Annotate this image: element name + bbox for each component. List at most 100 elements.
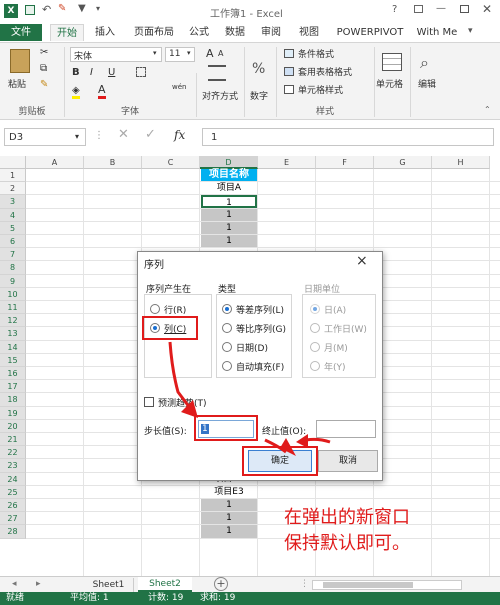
alignment-icon[interactable] xyxy=(208,65,226,81)
sheet-tab-sheet1[interactable]: Sheet1 xyxy=(84,578,134,592)
dialog-close-button[interactable]: × xyxy=(356,253,368,269)
growth-radio[interactable] xyxy=(222,323,232,333)
tab-insert[interactable]: 插入 xyxy=(90,24,120,41)
cut-icon[interactable]: ✂ xyxy=(40,47,48,58)
day-radio[interactable] xyxy=(310,304,320,314)
row-header[interactable]: 28 xyxy=(0,525,26,539)
table-format-button[interactable]: 套用表格格式 xyxy=(298,65,352,78)
fill-color-icon[interactable]: ◈ xyxy=(72,85,80,99)
help-icon[interactable]: ? xyxy=(392,4,397,15)
row-header[interactable]: 20 xyxy=(0,419,26,433)
maximize-icon[interactable] xyxy=(460,5,469,13)
cancel-button[interactable]: 取消 xyxy=(318,450,378,472)
paste-button-label[interactable]: 粘贴 xyxy=(8,77,26,90)
column-header[interactable]: H xyxy=(432,156,490,169)
cells-icon[interactable] xyxy=(382,53,402,71)
row-header[interactable]: 18 xyxy=(0,393,26,407)
row-header[interactable]: 15 xyxy=(0,353,26,367)
row-header[interactable]: 7 xyxy=(0,248,26,262)
row-header[interactable]: 10 xyxy=(0,287,26,301)
row-header[interactable]: 9 xyxy=(0,274,26,288)
ribbon-options-icon[interactable] xyxy=(414,5,423,13)
stop-value-input[interactable] xyxy=(316,420,376,438)
number-format-icon[interactable]: % xyxy=(252,61,265,77)
filter-icon[interactable]: ▼ xyxy=(78,3,86,14)
alignment-button-label[interactable]: 对齐方式 xyxy=(202,89,238,102)
row-header[interactable]: 1 xyxy=(0,169,26,183)
row-header[interactable]: 24 xyxy=(0,472,26,486)
day-label[interactable]: 日(A) xyxy=(324,303,346,316)
date-label[interactable]: 日期(D) xyxy=(236,341,268,354)
tab-powerpivot[interactable]: POWERPIVOT xyxy=(334,24,406,41)
cell-d1[interactable]: 项目名称 xyxy=(201,169,257,182)
tab-data[interactable]: 数据 xyxy=(220,24,250,41)
linear-label[interactable]: 等差序列(L) xyxy=(236,303,284,316)
editing-button-label[interactable]: 编辑 xyxy=(418,77,436,90)
scroll-left-icon[interactable]: ◂ xyxy=(12,579,17,589)
cell-d25[interactable]: 项目E3 xyxy=(201,486,257,498)
tab-file[interactable]: 文件 xyxy=(0,24,42,41)
cells-button-label[interactable]: 单元格 xyxy=(376,77,403,90)
row-header[interactable]: 4 xyxy=(0,208,26,222)
tab-page-layout[interactable]: 页面布局 xyxy=(128,24,180,41)
formula-input[interactable]: 1 xyxy=(202,128,494,146)
row-header[interactable]: 27 xyxy=(0,512,26,526)
row-header[interactable]: 8 xyxy=(0,261,26,275)
series-rows-label[interactable]: 行(R) xyxy=(164,303,186,316)
column-header[interactable]: E xyxy=(258,156,316,169)
row-header[interactable]: 3 xyxy=(0,195,26,209)
weekday-radio[interactable] xyxy=(310,323,320,333)
scrollbar-thumb[interactable] xyxy=(323,582,413,588)
undo-icon[interactable]: ↶ xyxy=(42,3,51,16)
tab-formulas[interactable]: 公式 xyxy=(184,24,214,41)
shrink-font-icon[interactable]: A xyxy=(218,49,223,58)
font-color-icon[interactable]: A xyxy=(98,83,106,99)
row-header[interactable]: 13 xyxy=(0,327,26,341)
row-header[interactable]: 2 xyxy=(0,182,26,196)
tab-review[interactable]: 审阅 xyxy=(256,24,286,41)
row-header[interactable]: 26 xyxy=(0,499,26,513)
row-header[interactable]: 25 xyxy=(0,485,26,499)
row-header[interactable]: 14 xyxy=(0,340,26,354)
row-header[interactable]: 21 xyxy=(0,433,26,447)
column-header[interactable]: A xyxy=(26,156,84,169)
tab-home[interactable]: 开始 xyxy=(50,24,84,41)
column-header[interactable]: B xyxy=(84,156,142,169)
row-header[interactable]: 11 xyxy=(0,301,26,315)
linear-radio[interactable] xyxy=(222,304,232,314)
format-painter-icon[interactable]: ✎ xyxy=(40,79,48,90)
cell-d6[interactable]: 1 xyxy=(201,235,257,248)
italic-button[interactable]: I xyxy=(90,67,93,78)
bold-button[interactable]: B xyxy=(72,67,80,78)
column-header[interactable]: D xyxy=(200,156,258,169)
customize-toolbar-icon[interactable]: ▾ xyxy=(96,4,100,13)
column-header[interactable]: G xyxy=(374,156,432,169)
row-header[interactable]: 16 xyxy=(0,367,26,381)
font-name-select[interactable]: 宋体 ▾ xyxy=(70,47,162,62)
month-label[interactable]: 月(M) xyxy=(324,341,348,354)
account-icon[interactable]: ▾ xyxy=(468,26,473,36)
editing-icon[interactable]: ⌕ xyxy=(420,53,429,73)
cell-style-button[interactable]: 单元格样式 xyxy=(298,83,343,96)
splitter-icon[interactable]: ⋮ xyxy=(94,130,104,141)
row-header[interactable]: 5 xyxy=(0,221,26,235)
trend-checkbox[interactable] xyxy=(144,397,154,407)
paste-icon[interactable] xyxy=(10,49,30,73)
cell-d27[interactable]: 1 xyxy=(201,512,257,525)
row-header[interactable]: 23 xyxy=(0,459,26,473)
select-all-corner[interactable] xyxy=(0,156,26,169)
cell-d28[interactable]: 1 xyxy=(201,525,257,538)
scroll-right-icon[interactable]: ▸ xyxy=(36,579,41,589)
horizontal-scrollbar[interactable] xyxy=(312,580,462,590)
scroll-options-icon[interactable]: ⋮ xyxy=(300,579,309,589)
name-box[interactable]: D3 ▾ xyxy=(4,128,86,146)
save-icon[interactable] xyxy=(25,5,35,15)
series-rows-radio[interactable] xyxy=(150,304,160,314)
cell-d4[interactable]: 1 xyxy=(201,208,257,221)
tab-with-me[interactable]: With Me xyxy=(412,24,462,41)
confirm-entry-icon[interactable]: ✓ xyxy=(145,127,156,142)
sheet-tab-sheet2[interactable]: Sheet2 xyxy=(138,577,192,592)
add-sheet-button[interactable]: + xyxy=(214,577,228,591)
number-button-label[interactable]: 数字 xyxy=(250,89,268,102)
trend-label[interactable]: 预测趋势(T) xyxy=(158,396,207,409)
